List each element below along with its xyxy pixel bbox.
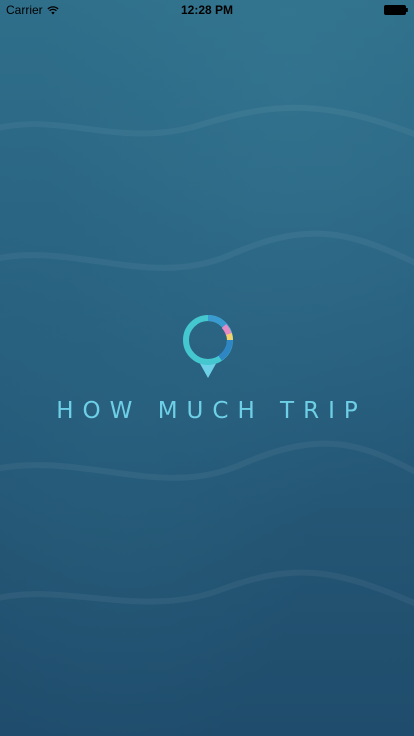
location-pin-logo [183, 315, 233, 378]
status-time: 12:28 PM [180, 3, 234, 17]
battery-icon [384, 5, 408, 15]
app-brand-name: HOW MUCH TRIP [56, 398, 367, 424]
splash-screen: Carrier 12:28 PM HOW MUCH TRIP [0, 0, 414, 736]
status-bar: Carrier 12:28 PM [0, 0, 414, 20]
